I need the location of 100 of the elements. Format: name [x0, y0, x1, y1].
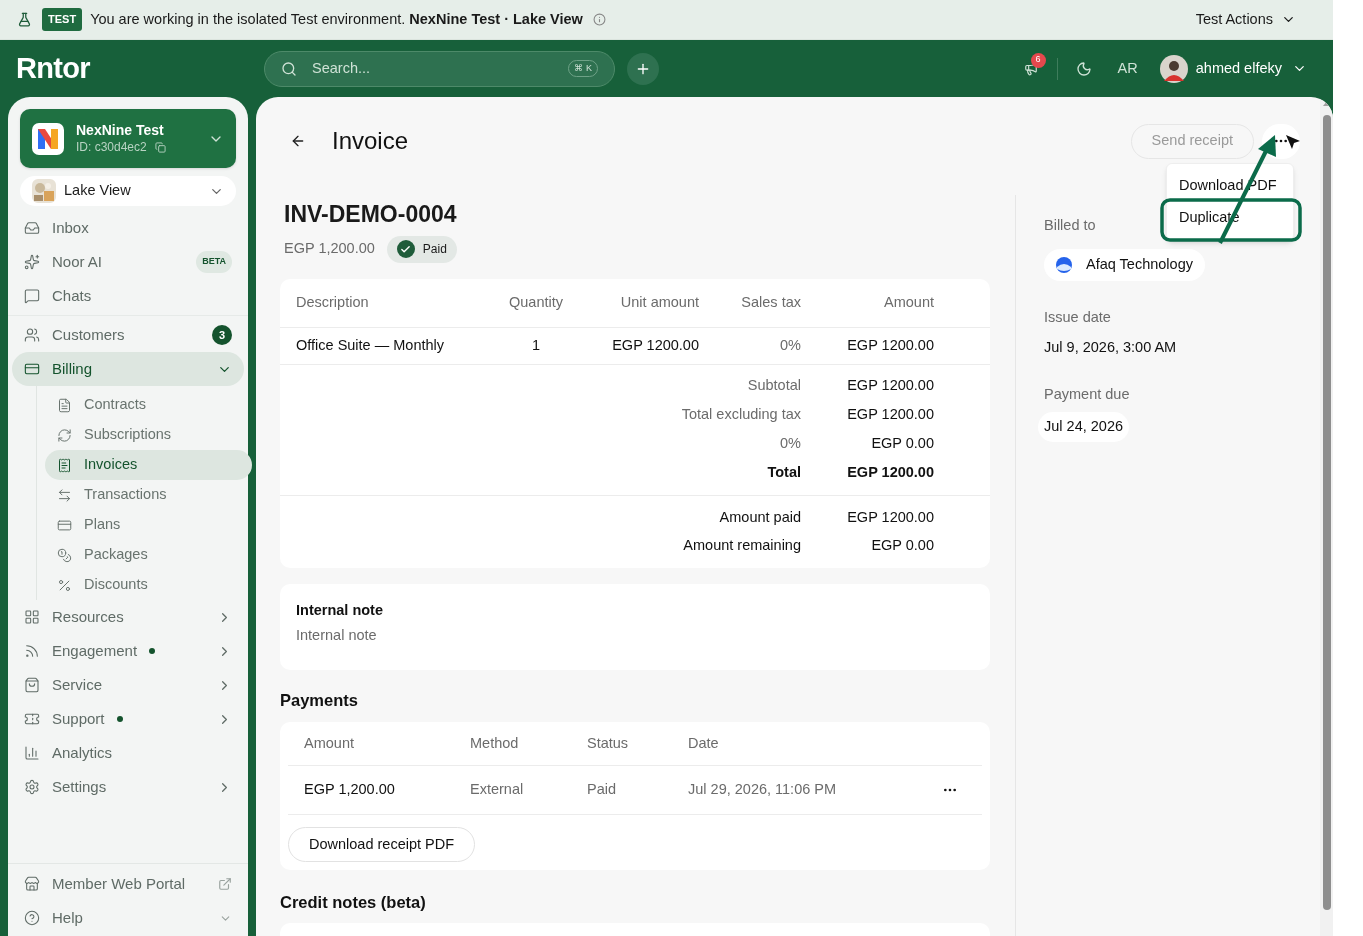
sidebar-item[interactable]: Support [12, 702, 244, 736]
table-cell-text: EGP 1200.00 [847, 335, 934, 355]
add-button[interactable] [627, 52, 659, 85]
settings-icon [24, 779, 40, 795]
sidebar-item[interactable]: Service [12, 668, 244, 702]
table-cell-text: 0% [780, 335, 801, 355]
sidebar-item[interactable]: Chats [12, 279, 244, 313]
column-header: Sales tax [741, 292, 801, 312]
sidebar-subitem[interactable]: Packages [45, 540, 252, 570]
download-receipt-button[interactable]: Download receipt PDF [288, 827, 476, 863]
table-cell-text: EGP 1200.00 [612, 335, 699, 355]
organization-id: ID: c30d4ec2 [76, 139, 147, 155]
users-icon [24, 327, 40, 343]
sidebar-subitem[interactable]: Transactions [45, 480, 252, 510]
column-header: Amount [304, 733, 355, 753]
detail-value: Jul 24, 2026 [1038, 412, 1129, 442]
sidebar-item[interactable]: Settings [12, 770, 244, 804]
note-text: Internal note [296, 626, 377, 646]
rss-icon [24, 643, 40, 659]
summary-label: Amount paid [719, 507, 801, 527]
sidebar-subitem[interactable]: Subscriptions [45, 420, 252, 450]
help-icon [24, 910, 40, 926]
chart-icon [24, 745, 40, 761]
summary-label: Total [767, 463, 801, 483]
sidebar-item[interactable]: Help [12, 901, 244, 935]
summary-value: EGP 1200.00 [847, 463, 934, 483]
column-header: Amount [884, 292, 934, 312]
check-icon [396, 240, 415, 258]
column-header: Date [688, 733, 720, 753]
customer-chip[interactable]: Afaq Technology [1044, 248, 1205, 281]
column-header: Quantity [509, 292, 563, 312]
status-badge: Paid [386, 235, 457, 263]
flask-icon [17, 12, 32, 27]
sidebar-item[interactable]: Billing [12, 352, 244, 386]
summary-label: 0% [780, 434, 801, 454]
table-cell-text: EGP 1,200.00 [304, 780, 396, 800]
invoice-number: INV-DEMO-0004 [284, 200, 457, 229]
language-toggle[interactable]: AR [1117, 57, 1138, 80]
send-receipt-button[interactable]: Send receipt [1130, 123, 1254, 159]
percent-icon [57, 577, 72, 593]
summary-value: EGP 0.00 [871, 434, 934, 454]
grid-icon [24, 609, 40, 625]
count-badge: 3 [212, 325, 232, 345]
logo[interactable]: Rntor [16, 46, 264, 91]
detail-value: Jul 9, 2026, 3:00 AM [1044, 337, 1177, 357]
test-badge: TEST [42, 8, 83, 31]
sidebar-subitem[interactable]: Discounts [45, 570, 252, 600]
sidebar-subitem[interactable]: Contracts [45, 390, 252, 420]
table-cell-text: Paid [587, 780, 618, 800]
sidebar-item[interactable]: Inbox [12, 211, 244, 245]
user-avatar [1159, 54, 1188, 83]
organization-switcher[interactable]: NexNine Test ID: c30d4ec2 [20, 109, 236, 168]
info-icon[interactable] [592, 13, 606, 26]
copy-icon[interactable] [154, 141, 166, 153]
beta-badge: BETA [196, 251, 232, 273]
sidebar-item[interactable]: Noor AI BETA [12, 245, 244, 279]
column-header: Unit amount [620, 292, 699, 312]
detail-label: Issue date [1044, 307, 1111, 327]
sidebar-item[interactable]: Resources [12, 600, 244, 634]
search-field[interactable]: Search... ⌘ K [264, 50, 615, 87]
location-switcher[interactable]: Lake View [20, 176, 236, 206]
theme-icon[interactable] [1075, 60, 1092, 77]
banner-message: You are working in the isolated Test environment. NexNine Test · Lake View [90, 9, 583, 29]
organization-logo [32, 122, 64, 155]
table-cell-text: 1 [531, 335, 541, 355]
arrows-icon [57, 487, 72, 503]
card-icon [57, 517, 72, 533]
sidebar-item[interactable]: Member Web Portal [12, 867, 244, 901]
sidebar-subitem[interactable]: Plans [45, 510, 252, 540]
section-title: Credit notes (beta) [280, 892, 426, 914]
sidebar-item[interactable]: Engagement [12, 634, 244, 668]
summary-value: EGP 0.00 [871, 535, 934, 555]
cursor-icon [1284, 133, 1302, 151]
page-title: Invoice [332, 126, 409, 156]
location-name: Lake View [64, 181, 131, 201]
back-icon[interactable] [290, 133, 306, 149]
search-icon [281, 60, 297, 77]
column-header: Method [470, 733, 520, 753]
user-menu-button[interactable]: ahmed elfeky [1195, 57, 1307, 80]
column-header: Description [296, 292, 370, 312]
refresh-icon [57, 427, 72, 443]
customer-logo [1054, 254, 1074, 275]
sidebar-subitem[interactable]: Invoices [45, 450, 252, 480]
notification-count: 6 [1030, 52, 1046, 68]
ticket-icon [24, 711, 40, 727]
chat-icon [24, 288, 40, 304]
note-title: Internal note [296, 600, 383, 620]
card-icon [24, 361, 40, 377]
test-actions-button[interactable]: Test Actions [1195, 8, 1296, 31]
coins-icon [57, 547, 72, 563]
store-icon [24, 876, 40, 892]
table-cell-text: Jul 29, 2026, 11:06 PM [688, 780, 838, 800]
summary-value: EGP 1200.00 [847, 507, 934, 527]
invoice-amount: EGP 1,200.00 [284, 239, 375, 259]
summary-label: Amount remaining [683, 535, 801, 555]
bag-icon [24, 677, 40, 693]
sidebar-item[interactable]: Analytics [12, 736, 244, 770]
section-title: Payments [280, 689, 358, 711]
organization-name: NexNine Test [76, 122, 165, 140]
sidebar-item[interactable]: Customers 3 [12, 318, 244, 352]
